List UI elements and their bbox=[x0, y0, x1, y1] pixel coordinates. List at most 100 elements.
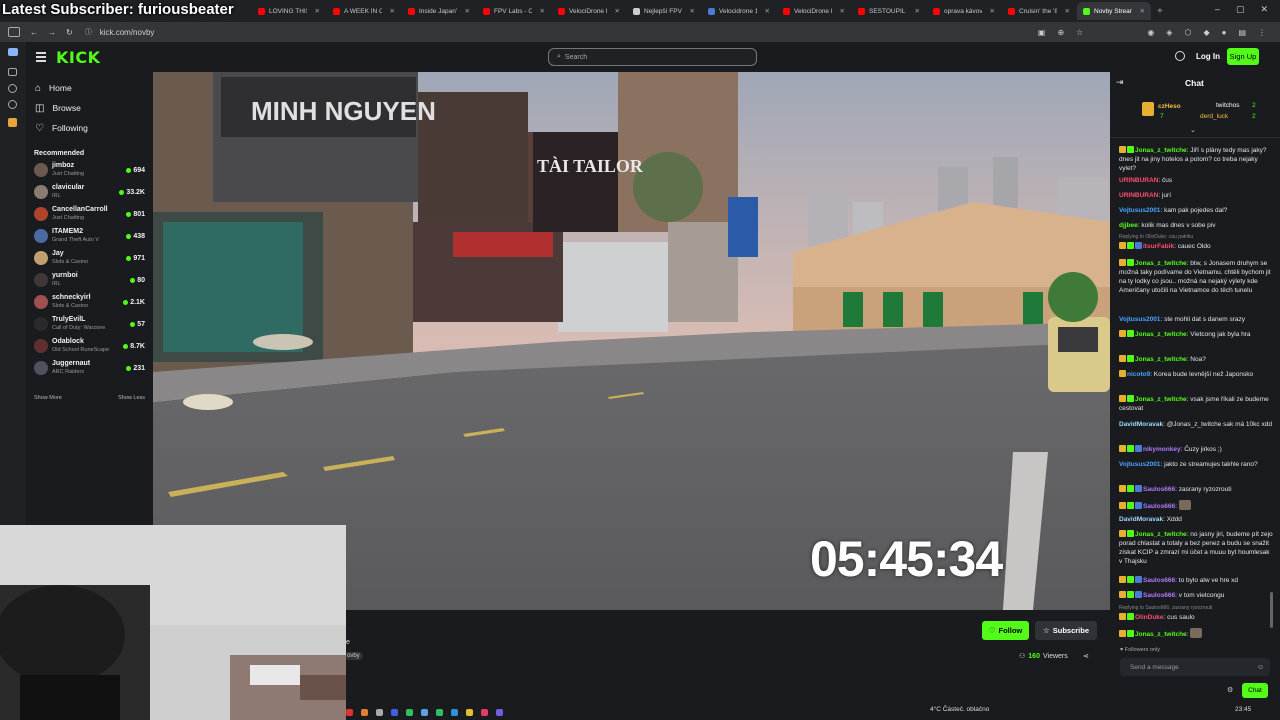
chat-username[interactable]: OlinDuke bbox=[1135, 614, 1164, 621]
chat-message[interactable]: Vojtusus2001: jakto ze streamujes takhle… bbox=[1119, 460, 1273, 469]
chat-username[interactable]: nikymonkey bbox=[1143, 446, 1181, 453]
close-window-icon[interactable]: ✕ bbox=[1260, 4, 1268, 15]
history-icon[interactable] bbox=[8, 84, 17, 93]
chat-message[interactable]: Vojtusus2001: ste mohli dat s danem sraz… bbox=[1119, 315, 1273, 324]
chat-message[interactable]: Saulos666: to bylo alw ve hre xd bbox=[1119, 576, 1273, 585]
extension-icon-3[interactable]: ⬡ bbox=[1184, 28, 1191, 37]
reading-list-icon[interactable] bbox=[8, 68, 17, 76]
chat-username[interactable]: itsurFabik bbox=[1143, 243, 1174, 250]
tab-close-icon[interactable]: ✕ bbox=[315, 7, 320, 15]
chat-message[interactable]: URINBURAN: jurí bbox=[1119, 191, 1273, 200]
taskbar-clock[interactable]: 23:45 bbox=[1235, 706, 1251, 713]
tab-close-icon[interactable]: ✕ bbox=[1140, 7, 1145, 15]
taskbar-app-icon[interactable] bbox=[496, 708, 503, 716]
chat-username[interactable]: Saulos666 bbox=[1143, 503, 1175, 510]
tab-close-icon[interactable]: ✕ bbox=[1065, 7, 1070, 15]
taskbar-app-icon[interactable] bbox=[376, 708, 383, 716]
sidebar-nav-browse[interactable]: ◫ Browse bbox=[26, 98, 153, 118]
browser-tab[interactable]: oprava kávovaru ✕ bbox=[927, 2, 1001, 20]
taskbar-app-icon[interactable] bbox=[421, 708, 428, 716]
url-text[interactable]: kick.com/novby bbox=[100, 28, 155, 37]
taskbar-weather[interactable]: 4°C Částeč. oblačno bbox=[930, 706, 989, 713]
share-icon[interactable]: ⋖ bbox=[1083, 652, 1089, 660]
taskbar-app-icon[interactable] bbox=[436, 708, 443, 716]
chat-message[interactable]: djjbee: kolik mas dnes v sobe piv bbox=[1119, 221, 1273, 230]
emoji-icon[interactable]: ☺ bbox=[1257, 663, 1264, 672]
recommended-channel[interactable]: jimboz Just Chatting 694 bbox=[26, 159, 153, 181]
tab-search-icon[interactable] bbox=[8, 48, 18, 56]
maximize-icon[interactable]: ▢ bbox=[1236, 4, 1245, 15]
chat-message[interactable]: Saulos666: v tom vietcongu bbox=[1119, 591, 1273, 600]
chat-username[interactable]: Vojtusus2001 bbox=[1119, 316, 1160, 323]
zoom-icon[interactable]: ⊕ bbox=[1057, 28, 1064, 37]
tab-close-icon[interactable]: ✕ bbox=[915, 7, 920, 15]
chat-username[interactable]: Jonas_z_twitche bbox=[1135, 147, 1187, 154]
screenshot-icon[interactable]: ▣ bbox=[1038, 28, 1046, 37]
bookmark-star-icon[interactable]: ☆ bbox=[1076, 28, 1083, 37]
tab-close-icon[interactable]: ✕ bbox=[615, 7, 620, 15]
chat-message[interactable]: nicoto9: Korea bude levnější než Japonsk… bbox=[1119, 370, 1273, 379]
downloads-icon[interactable] bbox=[8, 100, 17, 109]
chat-username[interactable]: Vojtusus2001 bbox=[1119, 461, 1160, 468]
chat-message[interactable]: Jonas_z_twitche: btw, s Jonasem druhym s… bbox=[1119, 259, 1273, 295]
recommended-channel[interactable]: Juggernaut ARC Raiders 231 bbox=[26, 357, 153, 379]
recommended-channel[interactable]: TrulyEvilL Call of Duty: Warzone 57 bbox=[26, 313, 153, 335]
site-info-icon[interactable]: ⓘ bbox=[85, 27, 92, 37]
browser-tab[interactable]: FPV Labs - Offici ✕ bbox=[477, 2, 551, 20]
show-more-link[interactable]: Show More bbox=[34, 395, 62, 401]
menu-dots-icon[interactable]: ⋮ bbox=[1258, 28, 1266, 37]
chat-username[interactable]: nicoto9 bbox=[1127, 371, 1150, 378]
sidebar-nav-following[interactable]: ♡ Following bbox=[26, 118, 153, 138]
chat-username[interactable]: DavidMoravak bbox=[1119, 421, 1163, 428]
browser-tab[interactable]: SESTOUPIL JSEM ✕ bbox=[852, 2, 926, 20]
chat-username[interactable]: djjbee bbox=[1119, 222, 1138, 229]
recommended-channel[interactable]: yurnboi IRL 80 bbox=[26, 269, 153, 291]
extension-icon-2[interactable]: ◈ bbox=[1166, 28, 1172, 37]
collapse-chat-icon[interactable]: ⇥ bbox=[1116, 78, 1124, 87]
new-tab-icon[interactable]: + bbox=[1157, 6, 1163, 17]
search-input[interactable]: ⌕ Search bbox=[548, 48, 757, 66]
back-icon[interactable]: ← bbox=[30, 28, 38, 37]
chat-username[interactable]: Jonas_z_twitche bbox=[1135, 396, 1187, 403]
reload-icon[interactable]: ↻ bbox=[66, 28, 73, 37]
chat-username[interactable]: Saulos666 bbox=[1143, 592, 1175, 599]
browser-tab[interactable]: Novby Stream ✕ bbox=[1077, 2, 1151, 20]
chat-username[interactable]: Vojtusus2001 bbox=[1119, 207, 1160, 214]
chat-message-input[interactable]: Send a message ☺ bbox=[1120, 658, 1270, 676]
signup-button[interactable]: Sign Up bbox=[1227, 48, 1259, 65]
tab-close-icon[interactable]: ✕ bbox=[990, 7, 995, 15]
language-globe-icon[interactable] bbox=[1175, 51, 1185, 61]
hamburger-menu-icon[interactable] bbox=[36, 52, 46, 62]
taskbar-app-icon[interactable] bbox=[346, 708, 353, 716]
extension-icon-6[interactable]: ▤ bbox=[1238, 28, 1246, 37]
recommended-channel[interactable]: clavicular IRL 33.2K bbox=[26, 181, 153, 203]
chat-username[interactable]: Jonas_z_twitche bbox=[1135, 331, 1187, 338]
chat-scrollbar[interactable] bbox=[1270, 592, 1273, 628]
chat-username[interactable]: Saulos666 bbox=[1143, 577, 1175, 584]
tab-close-icon[interactable]: ✕ bbox=[390, 7, 395, 15]
extension-icon-5[interactable]: ● bbox=[1222, 28, 1227, 37]
tab-close-icon[interactable]: ✕ bbox=[765, 7, 770, 15]
show-less-link[interactable]: Show Less bbox=[118, 395, 145, 401]
chat-username[interactable]: Saulos666 bbox=[1143, 486, 1175, 493]
follow-button[interactable]: ♡ Follow bbox=[982, 621, 1029, 640]
chat-message[interactable]: OlinDuke: cus saulo bbox=[1119, 613, 1273, 622]
taskbar-app-icon[interactable] bbox=[391, 708, 398, 716]
browser-tab[interactable]: LOVING THIS LIFE ✕ bbox=[252, 2, 326, 20]
browser-tab[interactable]: Nejlepší FPV sim ✕ bbox=[627, 2, 701, 20]
chat-settings-gear-icon[interactable]: ⚙ bbox=[1227, 686, 1233, 695]
chat-message[interactable]: itsurFabik: cauec Oldo bbox=[1119, 242, 1273, 251]
chat-message[interactable]: Jonas_z_twitche: Jiří s plány tedy mas j… bbox=[1119, 146, 1273, 173]
browser-tab[interactable]: A WEEK IN CAPE ✕ bbox=[327, 2, 401, 20]
chat-message[interactable]: DavidMoravak: @Jonas_z_twitche sak má 10… bbox=[1119, 420, 1273, 429]
recommended-channel[interactable]: schneckyirl Slots & Casino 2.1K bbox=[26, 291, 153, 313]
tab-close-icon[interactable]: ✕ bbox=[540, 7, 545, 15]
chat-username[interactable]: URINBURAN bbox=[1119, 192, 1158, 199]
recommended-channel[interactable]: ITAMEM2 Grand Theft Auto V 438 bbox=[26, 225, 153, 247]
chat-message[interactable]: Jonas_z_twitche: bbox=[1119, 628, 1273, 639]
subscribe-button[interactable]: ☆ Subscribe bbox=[1035, 621, 1097, 640]
chat-username[interactable]: Jonas_z_twitche bbox=[1135, 260, 1187, 267]
browser-tab[interactable]: Inside Japan's Ille ✕ bbox=[402, 2, 476, 20]
chat-username[interactable]: DavidMoravak bbox=[1119, 516, 1163, 523]
recommended-channel[interactable]: CancellanCarroll Just Chatting 801 bbox=[26, 203, 153, 225]
